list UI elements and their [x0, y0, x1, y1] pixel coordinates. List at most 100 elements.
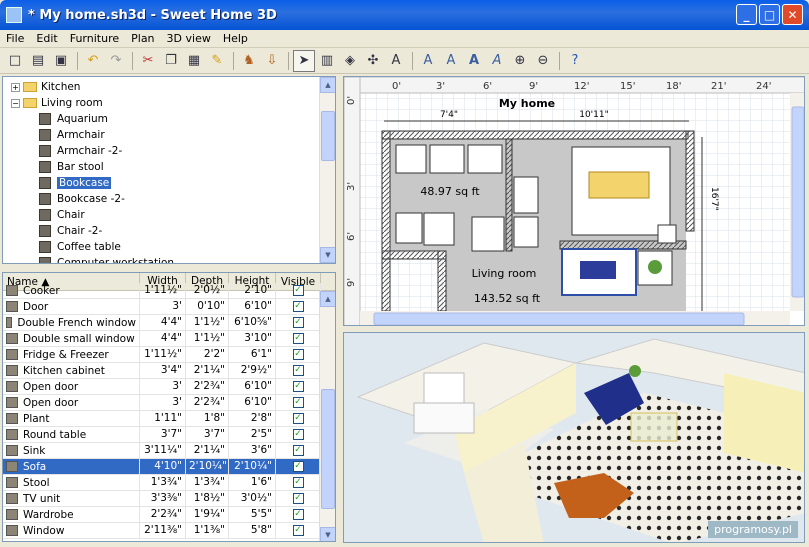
scroll-thumb[interactable] — [321, 111, 335, 161]
cell-depth: 3'7" — [186, 427, 229, 442]
zoom-out-icon[interactable]: ⊖ — [532, 50, 554, 72]
close-button[interactable]: ✕ — [782, 4, 803, 25]
add-furniture-icon[interactable]: ♞ — [238, 50, 260, 72]
text-style-4-icon[interactable]: A — [486, 50, 508, 72]
table-row[interactable]: Door 3' 0'10" 6'10" ✓ — [3, 299, 335, 315]
table-row[interactable]: Sink 3'11¼" 2'1¼" 3'6" ✓ — [3, 443, 335, 459]
text-style-1-icon[interactable]: A — [417, 50, 439, 72]
cell-name: TV unit — [3, 491, 140, 506]
visible-checkbox[interactable]: ✓ — [292, 333, 304, 344]
scroll-down-arrow[interactable]: ▼ — [320, 527, 335, 541]
catalog-scrollbar[interactable]: ▲ ▼ — [319, 77, 335, 263]
new-icon[interactable]: □ — [4, 50, 26, 72]
plan-view[interactable]: 0' 3' 6' 9' 12' 15' 18' 21' 24' 0' 3' 6'… — [343, 76, 805, 326]
visible-checkbox[interactable]: ✓ — [292, 285, 304, 296]
table-row[interactable]: Open door 3' 2'2¾" 6'10" ✓ — [3, 379, 335, 395]
create-dimensions-icon[interactable]: ✣ — [362, 50, 384, 72]
catalog-item[interactable]: Computer workstation — [11, 255, 335, 263]
catalog-item[interactable]: Aquarium — [11, 111, 335, 127]
visible-checkbox[interactable]: ✓ — [292, 461, 304, 472]
cell-height: 2'8" — [229, 411, 276, 426]
create-walls-icon[interactable]: ▥ — [316, 50, 338, 72]
import-furniture-icon[interactable]: ⇩ — [261, 50, 283, 72]
catalog-group-kitchen[interactable]: + Kitchen — [11, 79, 335, 95]
scroll-down-arrow[interactable]: ▼ — [320, 247, 335, 263]
table-row[interactable]: Sofa 4'10" 2'10¼" 2'10¼" ✓ — [3, 459, 335, 475]
visible-checkbox[interactable]: ✓ — [292, 317, 304, 328]
select-icon[interactable]: ➤ — [293, 49, 315, 72]
visible-checkbox[interactable]: ✓ — [292, 509, 304, 520]
minimize-button[interactable]: _ — [736, 4, 757, 25]
table-row[interactable]: Open door 3' 2'2¾" 6'10" ✓ — [3, 395, 335, 411]
catalog-item[interactable]: Coffee table — [11, 239, 335, 255]
text-style-2-icon[interactable]: A — [440, 50, 462, 72]
catalog-item[interactable]: Armchair — [11, 127, 335, 143]
3d-view[interactable]: programosy.pl — [343, 332, 805, 543]
catalog-item[interactable]: Bookcase — [11, 175, 335, 191]
menu-edit[interactable]: Edit — [30, 32, 63, 45]
table-row[interactable]: Stool 1'3¾" 1'3¾" 1'6" ✓ — [3, 475, 335, 491]
open-icon[interactable]: ▤ — [27, 50, 49, 72]
catalog-group-living-room[interactable]: − Living room — [11, 95, 335, 111]
scroll-thumb[interactable] — [321, 389, 335, 509]
visible-checkbox[interactable]: ✓ — [292, 413, 304, 424]
zoom-in-icon[interactable]: ⊕ — [509, 50, 531, 72]
3d-canvas[interactable] — [344, 333, 805, 543]
catalog-item[interactable]: Armchair -2- — [11, 143, 335, 159]
help-icon[interactable]: ? — [564, 50, 586, 72]
cut-icon[interactable]: ✂ — [137, 50, 159, 72]
table-row[interactable]: Cooker 1'11½" 2'0½" 2'10" ✓ — [3, 283, 335, 299]
table-row[interactable]: Fridge & Freezer 1'11½" 2'2" 6'1" ✓ — [3, 347, 335, 363]
menu-help[interactable]: Help — [217, 32, 254, 45]
catalog-item[interactable]: Bar stool — [11, 159, 335, 175]
menu-plan[interactable]: Plan — [125, 32, 160, 45]
visible-checkbox[interactable]: ✓ — [292, 525, 304, 536]
table-row[interactable]: TV unit 3'3⅜" 1'8½" 3'0½" ✓ — [3, 491, 335, 507]
visible-checkbox[interactable]: ✓ — [292, 445, 304, 456]
catalog-item[interactable]: Chair -2- — [11, 223, 335, 239]
add-text-icon[interactable]: A — [385, 50, 407, 72]
visible-checkbox[interactable]: ✓ — [292, 429, 304, 440]
menu-furniture[interactable]: Furniture — [64, 32, 125, 45]
table-row[interactable]: Kitchen cabinet 3'4" 2'1¼" 2'9½" ✓ — [3, 363, 335, 379]
visible-checkbox[interactable]: ✓ — [292, 349, 304, 360]
visible-checkbox[interactable]: ✓ — [292, 301, 304, 312]
table-scrollbar[interactable]: ▲ ▼ — [319, 291, 335, 541]
undo-icon[interactable]: ↶ — [82, 50, 104, 72]
visible-checkbox[interactable]: ✓ — [292, 397, 304, 408]
text-style-3-icon[interactable]: A — [463, 50, 485, 72]
maximize-button[interactable]: □ — [759, 4, 780, 25]
table-row[interactable]: Double French window 4'4" 1'1½" 6'10⅝" ✓ — [3, 315, 335, 331]
catalog-item[interactable]: Bookcase -2- — [11, 191, 335, 207]
visible-checkbox[interactable]: ✓ — [292, 381, 304, 392]
save-icon[interactable]: ▣ — [50, 50, 72, 72]
plan-canvas[interactable]: 0' 3' 6' 9' 12' 15' 18' 21' 24' 0' 3' 6'… — [344, 77, 805, 326]
copy-icon[interactable]: ❐ — [160, 50, 182, 72]
table-row[interactable]: Double small window 4'4" 1'1½" 3'10" ✓ — [3, 331, 335, 347]
visible-checkbox[interactable]: ✓ — [292, 365, 304, 376]
cell-width: 1'11½" — [140, 283, 186, 298]
scroll-up-arrow[interactable]: ▲ — [320, 77, 335, 93]
splitter[interactable] — [2, 265, 336, 271]
table-row[interactable]: Wardrobe 2'2¾" 1'9¼" 5'5" ✓ — [3, 507, 335, 523]
furniture-name: Door — [23, 300, 49, 313]
scroll-up-arrow[interactable]: ▲ — [320, 291, 335, 307]
catalog-item[interactable]: Chair — [11, 207, 335, 223]
furniture-icon — [6, 317, 13, 328]
redo-icon[interactable]: ↷ — [105, 50, 127, 72]
expand-icon[interactable]: + — [11, 82, 20, 92]
collapse-icon[interactable]: − — [11, 98, 20, 108]
furniture-catalog: + Kitchen − Living room Aquarium Armchair Ar… — [2, 76, 336, 264]
clean-icon[interactable]: ✎ — [206, 50, 228, 72]
table-row[interactable]: Round table 3'7" 3'7" 2'5" ✓ — [3, 427, 335, 443]
visible-checkbox[interactable]: ✓ — [292, 477, 304, 488]
ruler-x-9: 9' — [529, 81, 538, 92]
menu-3d-view[interactable]: 3D view — [161, 32, 217, 45]
visible-checkbox[interactable]: ✓ — [292, 493, 304, 504]
create-rooms-icon[interactable]: ◈ — [339, 50, 361, 72]
menu-file[interactable]: File — [0, 32, 30, 45]
paste-icon[interactable]: ▦ — [183, 50, 205, 72]
table-row[interactable]: Plant 1'11" 1'8" 2'8" ✓ — [3, 411, 335, 427]
ruler-x-3: 3' — [436, 81, 445, 92]
table-row[interactable]: Window 2'11⅜" 1'1⅜" 5'8" ✓ — [3, 523, 335, 539]
